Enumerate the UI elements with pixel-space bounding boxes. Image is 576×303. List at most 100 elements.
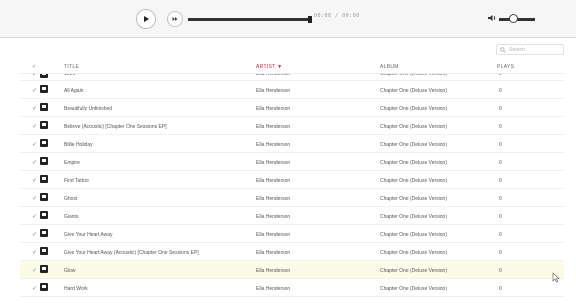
next-button[interactable] bbox=[167, 11, 183, 27]
track-row[interactable]: ✓ Give Your Heart Away (Acoustic) [Chapte… bbox=[20, 243, 564, 261]
track-album: Chapter One (Deluxe Version) bbox=[380, 106, 447, 112]
track-check[interactable]: ✓ bbox=[32, 74, 37, 78]
track-title: Beautifully Unfinished bbox=[64, 106, 113, 112]
track-artist: Ella Henderson bbox=[256, 268, 291, 274]
track-row[interactable]: ✓ Empire Ella Henderson Chapter One (Deluxe… bbox=[20, 153, 564, 171]
player-bar: 00:00 / 00:00 bbox=[0, 0, 576, 38]
search-box[interactable] bbox=[496, 44, 564, 55]
track-check[interactable]: ✓ bbox=[32, 87, 37, 94]
mouse-cursor-icon bbox=[552, 272, 560, 283]
track-artist: Ella Henderson bbox=[256, 106, 291, 112]
time-readout: 00:00 / 00:00 bbox=[314, 13, 360, 19]
track-plays: 0 bbox=[499, 88, 502, 94]
track-album: Chapter One (Deluxe Version) bbox=[380, 214, 447, 220]
track-artist: Ella Henderson bbox=[256, 74, 291, 77]
add-to-queue-icon[interactable] bbox=[40, 265, 48, 273]
track-row[interactable]: ✓ Giants Ella Henderson Chapter One (Deluxe… bbox=[20, 207, 564, 225]
track-album: Chapter One (Deluxe Version) bbox=[380, 178, 447, 184]
header-artist[interactable]: ARTIST ▼ bbox=[256, 64, 282, 70]
track-row[interactable]: ✓ First Tattoo Ella Henderson Chapter One (… bbox=[20, 171, 564, 189]
track-title: Give Your Heart Away bbox=[64, 232, 113, 238]
track-check[interactable]: ✓ bbox=[32, 105, 37, 112]
track-album: Chapter One (Deluxe Version) bbox=[380, 196, 447, 202]
track-album: Chapter One (Deluxe Version) bbox=[380, 268, 447, 274]
track-artist: Ella Henderson bbox=[256, 232, 291, 238]
header-title[interactable]: TITLE bbox=[64, 64, 79, 70]
add-to-queue-icon[interactable] bbox=[40, 157, 48, 165]
track-check[interactable]: ✓ bbox=[32, 123, 37, 130]
track-check[interactable]: ✓ bbox=[32, 159, 37, 166]
track-check[interactable]: ✓ bbox=[32, 249, 37, 256]
add-to-queue-icon[interactable] bbox=[40, 193, 48, 201]
track-check[interactable]: ✓ bbox=[32, 213, 37, 220]
track-row[interactable]: ✓ Billie Holiday Ella Henderson Chapter One… bbox=[20, 135, 564, 153]
play-button[interactable] bbox=[136, 9, 156, 29]
track-check[interactable]: ✓ bbox=[32, 267, 37, 274]
track-plays: 0 bbox=[499, 160, 502, 166]
add-to-queue-icon[interactable] bbox=[40, 175, 48, 183]
track-artist: Ella Henderson bbox=[256, 286, 291, 292]
next-icon bbox=[172, 17, 178, 21]
track-album: Chapter One (Deluxe Version) bbox=[380, 250, 447, 256]
track-row[interactable]: ✓ All Again Ella Henderson Chapter One (Del… bbox=[20, 81, 564, 99]
track-artist: Ella Henderson bbox=[256, 214, 291, 220]
track-artist: Ella Henderson bbox=[256, 160, 291, 166]
track-row[interactable]: ✓ Ghost Ella Henderson Chapter One (Deluxe … bbox=[20, 189, 564, 207]
search-input[interactable] bbox=[509, 45, 563, 54]
progress-thumb[interactable] bbox=[308, 16, 312, 23]
track-title: Believe (Acoustic) [Chapter One Sessions… bbox=[64, 124, 167, 130]
track-title: Billie Holiday bbox=[64, 142, 93, 148]
track-row[interactable]: ✓ Believe (Acoustic) [Chapter One Session… bbox=[20, 117, 564, 135]
track-plays: 0 bbox=[499, 142, 502, 148]
track-row[interactable]: ✓ Glow Ella Henderson Chapter One (Deluxe V… bbox=[20, 261, 564, 279]
track-plays: 0 bbox=[499, 178, 502, 184]
track-title: Give Your Heart Away (Acoustic) [Chapter… bbox=[64, 250, 199, 256]
add-to-queue-icon[interactable] bbox=[40, 139, 48, 147]
track-check[interactable]: ✓ bbox=[32, 177, 37, 184]
track-plays: 0 bbox=[499, 232, 502, 238]
track-artist: Ella Henderson bbox=[256, 250, 291, 256]
track-album: Chapter One (Deluxe Version) bbox=[380, 286, 447, 292]
track-title: Giants bbox=[64, 214, 79, 220]
track-artist: Ella Henderson bbox=[256, 142, 291, 148]
track-check[interactable]: ✓ bbox=[32, 231, 37, 238]
add-to-queue-icon[interactable] bbox=[40, 211, 48, 219]
volume-icon[interactable] bbox=[487, 13, 497, 23]
track-artist: Ella Henderson bbox=[256, 88, 291, 94]
track-row[interactable]: ✓ Give Your Heart Away Ella Henderson Chapt… bbox=[20, 225, 564, 243]
volume-knob[interactable] bbox=[509, 14, 518, 23]
add-to-queue-icon[interactable] bbox=[40, 103, 48, 111]
header-album[interactable]: ALBUM bbox=[380, 64, 399, 70]
header-check[interactable]: ✓ bbox=[32, 64, 37, 70]
track-check[interactable]: ✓ bbox=[32, 285, 37, 292]
add-to-queue-icon[interactable] bbox=[40, 283, 48, 291]
add-to-queue-icon[interactable] bbox=[40, 74, 48, 78]
track-row[interactable]: ✓ Beautifully Unfinished Ella Henderson Cha… bbox=[20, 99, 564, 117]
track-check[interactable]: ✓ bbox=[32, 195, 37, 202]
track-artist: Ella Henderson bbox=[256, 178, 291, 184]
track-plays: 0 bbox=[499, 268, 502, 274]
track-album: Chapter One (Deluxe Version) bbox=[380, 232, 447, 238]
track-album: Chapter One (Deluxe Version) bbox=[380, 88, 447, 94]
track-plays: 0 bbox=[499, 196, 502, 202]
progress-bar[interactable] bbox=[188, 16, 312, 23]
track-album: Chapter One (Deluxe Version) bbox=[380, 124, 447, 130]
track-list: ✓ 1996 Ella Henderson Chapter One (Deluxe V… bbox=[20, 74, 564, 303]
header-plays[interactable]: PLAYS bbox=[497, 64, 514, 70]
track-album: Chapter One (Deluxe Version) bbox=[380, 160, 447, 166]
search-icon bbox=[500, 47, 506, 53]
add-to-queue-icon[interactable] bbox=[40, 85, 48, 93]
track-plays: 0 bbox=[499, 214, 502, 220]
track-row[interactable]: ✓ Hard Work Ella Henderson Chapter One (Del… bbox=[20, 279, 564, 297]
add-to-queue-icon[interactable] bbox=[40, 121, 48, 129]
track-artist: Ella Henderson bbox=[256, 196, 291, 202]
track-title: Empire bbox=[64, 160, 80, 166]
track-plays: 0 bbox=[499, 74, 502, 77]
track-table-header: ✓ TITLE ARTIST ▼ ALBUM PLAYS bbox=[20, 60, 564, 74]
track-check[interactable]: ✓ bbox=[32, 141, 37, 148]
track-row[interactable]: ✓ 1996 Ella Henderson Chapter One (Deluxe V… bbox=[20, 74, 564, 81]
track-artist: Ella Henderson bbox=[256, 124, 291, 130]
add-to-queue-icon[interactable] bbox=[40, 247, 48, 255]
track-title: All Again bbox=[64, 88, 84, 94]
add-to-queue-icon[interactable] bbox=[40, 229, 48, 237]
